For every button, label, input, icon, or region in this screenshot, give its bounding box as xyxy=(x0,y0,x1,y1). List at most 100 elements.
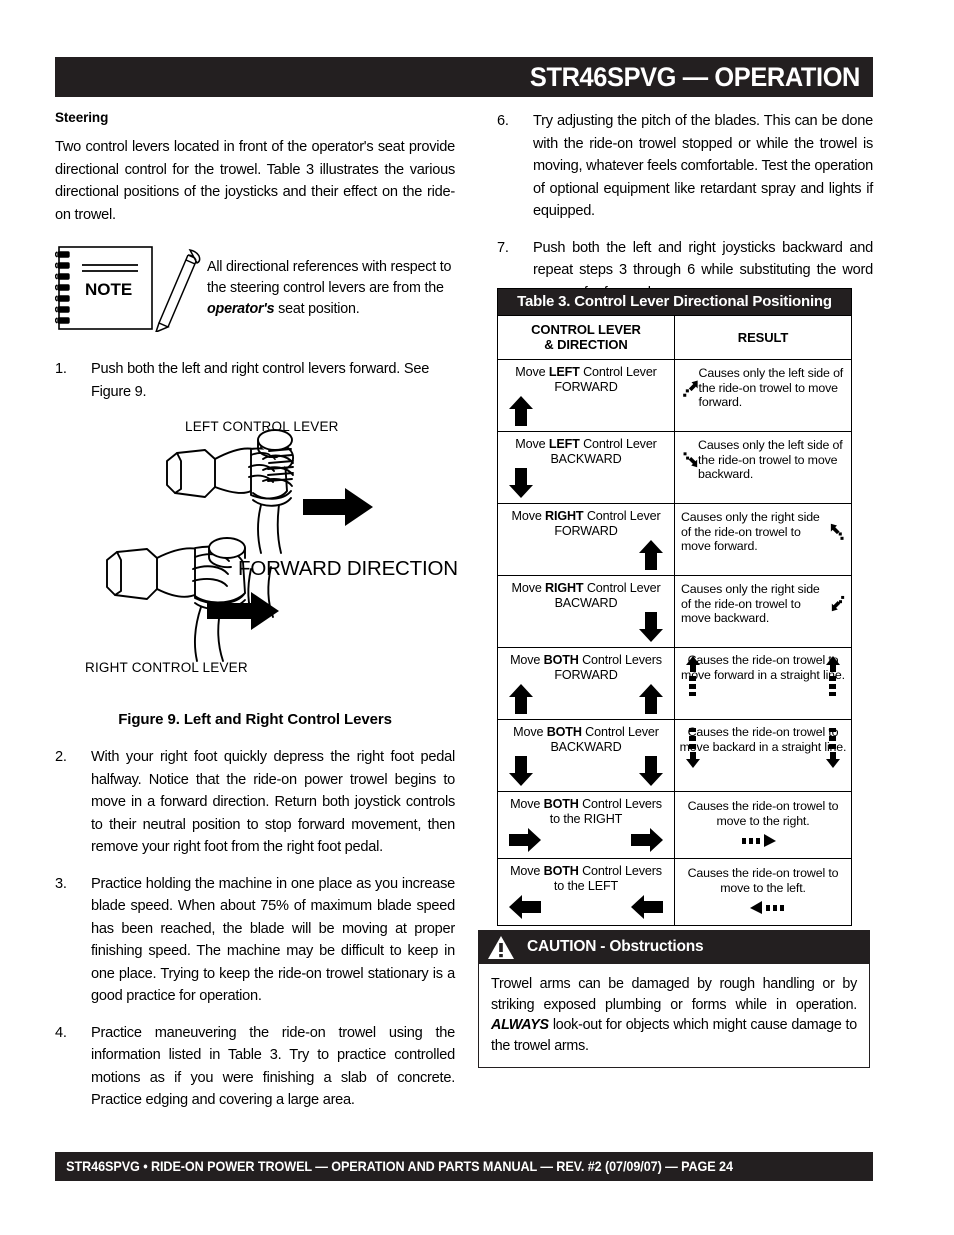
caution-text-part1: Trowel arms can be damaged by rough hand… xyxy=(491,976,857,1013)
cell-lever-direction: Move BOTH Control Levers to the RIGHT xyxy=(498,790,675,859)
lever-instruction: Move RIGHT Control Lever BACWARD xyxy=(498,576,674,610)
lever-text-pre: Move xyxy=(510,653,544,667)
lever-text-pre: Move xyxy=(510,797,544,811)
arrow-down-right-dotted-icon xyxy=(683,452,698,468)
cell-result: Causes only the left side of the ride-on… xyxy=(674,431,851,504)
column-header-line1: CONTROL LEVER xyxy=(531,322,641,337)
result-content: Causes only the left side of the ride-on… xyxy=(675,360,851,417)
lever-instruction: Move BOTH Control Levers to the RIGHT xyxy=(498,792,674,826)
lever-direction-word: FORWARD xyxy=(554,379,618,394)
list-item-step-6: 6. Try adjusting the pitch of the blades… xyxy=(497,110,873,223)
table-row: Move BOTH Control Levers to the RIGHT Ca… xyxy=(498,790,851,859)
lever-instruction: Move BOTH Control Levers to the LEFT xyxy=(498,859,674,893)
arrow-right-upper xyxy=(303,488,373,526)
lever-text-post: Control Lever xyxy=(581,725,659,739)
figure-label-right-control-lever: RIGHT CONTROL LEVER xyxy=(85,660,248,675)
left-column: Steering Two control levers located in f… xyxy=(55,110,458,1126)
note-text-after: seat position. xyxy=(274,301,360,317)
page-header: STR46SPVG — OPERATION xyxy=(55,57,873,97)
step-number: 6. xyxy=(497,113,509,129)
warning-triangle-icon xyxy=(488,935,514,959)
column-header-result: RESULT xyxy=(674,315,851,360)
section-heading-steering: Steering xyxy=(55,110,109,125)
lever-arrow-group xyxy=(498,466,674,503)
result-icon-wrap xyxy=(679,900,847,920)
cell-result: Causes the ride-on trowel to move to the… xyxy=(674,790,851,859)
lever-direction-word: BACWARD xyxy=(554,595,618,610)
arrow-up-icon xyxy=(639,540,663,570)
cell-lever-direction: Move BOTH Control Lever BACKWARD xyxy=(498,719,675,792)
step-text: Practice holding the machine in one plac… xyxy=(91,875,455,1005)
lever-instruction: Move LEFT Control Lever FORWARD xyxy=(498,360,674,394)
lever-arrow-group xyxy=(498,394,674,431)
result-description: Causes the ride-on trowel to move backar… xyxy=(679,725,847,754)
caution-header: CAUTION - Obstructions xyxy=(479,931,869,964)
result-description: Causes the ride-on trowel to move to the… xyxy=(687,866,839,895)
column-header-control-lever: CONTROL LEVER & DIRECTION xyxy=(498,315,675,360)
lever-text-bold: BOTH xyxy=(543,864,579,879)
lever-instruction: Move BOTH Control Lever BACKWARD xyxy=(498,720,674,754)
arrow-right-icon xyxy=(509,828,541,852)
step-number: 3. xyxy=(55,875,67,892)
lever-direction-word: BACKWARD xyxy=(550,739,622,754)
lever-text-bold: LEFT xyxy=(548,365,580,379)
lever-text-post: Control Lever xyxy=(583,509,661,523)
table-row: Move RIGHT Control Lever BACWARD Causes … xyxy=(498,575,851,648)
column-header-line1: RESULT xyxy=(737,329,789,345)
step-text: With your right foot quickly depress the… xyxy=(91,749,455,855)
step-number: 1. xyxy=(55,361,67,377)
note-icon: NOTE xyxy=(55,244,207,332)
table-row: Move LEFT Control Lever BACKWARD Causes … xyxy=(498,431,851,504)
page-footer: STR46SPVG • RIDE-ON POWER TROWEL — OPERA… xyxy=(55,1152,873,1181)
step-text: Push both the left and right control lev… xyxy=(91,361,430,400)
note-text-emphasis: operator's xyxy=(207,301,275,317)
lever-text-post: Control Lever xyxy=(579,365,657,379)
lever-text-bold: BOTH xyxy=(543,653,579,667)
arrow-left-dotted-icon xyxy=(750,901,784,915)
result-content: Causes only the left side of the ride-on… xyxy=(675,432,851,489)
result-description: Causes the ride-on trowel to move to the… xyxy=(687,799,839,828)
lever-text-bold: LEFT xyxy=(548,437,580,451)
lever-arrow-group xyxy=(498,826,674,857)
figure-label-left-control-lever: LEFT CONTROL LEVER xyxy=(185,419,339,434)
result-description: Causes only the right side of the ride-o… xyxy=(681,510,820,554)
table-row: Move LEFT Control Lever FORWARD Causes o… xyxy=(498,359,851,432)
result-content: Causes the ride-on trowel to move to the… xyxy=(675,792,851,858)
arrow-up-dotted-icon xyxy=(686,656,700,697)
step-number: 2. xyxy=(55,749,67,765)
cell-lever-direction: Move RIGHT Control Lever FORWARD xyxy=(498,503,675,576)
lever-text-post: Control Lever xyxy=(579,437,657,451)
arrow-up-right-dotted-icon xyxy=(683,380,698,397)
arrow-down-dotted-icon xyxy=(826,728,840,769)
lever-instruction: Move BOTH Control Levers FORWARD xyxy=(498,648,674,682)
arrow-down-icon xyxy=(509,468,533,498)
result-content: Causes only the right side of the ride-o… xyxy=(675,504,851,561)
lever-instruction: Move RIGHT Control Lever FORWARD xyxy=(498,504,674,538)
figure-label-forward-direction: FORWARD DIRECTION xyxy=(238,557,458,580)
table-row: Move BOTH Control Levers FORWARD Causes … xyxy=(498,647,851,720)
right-column: 6. Try adjusting the pitch of the blades… xyxy=(497,110,873,318)
table-3-control-lever-positioning: Table 3. Control Lever Directional Posit… xyxy=(497,288,852,927)
footer-text: STR46SPVG • RIDE-ON POWER TROWEL — OPERA… xyxy=(66,1159,733,1174)
lever-text-post: Control Levers xyxy=(578,797,662,811)
cell-result: Causes only the right side of the ride-o… xyxy=(674,575,851,648)
cell-result: Causes the ride-on trowel to move backar… xyxy=(674,719,851,792)
result-content: Causes only the right side of the ride-o… xyxy=(675,576,851,633)
lever-direction-word: to the RIGHT xyxy=(549,811,623,826)
arrow-up-icon xyxy=(509,396,533,426)
figure-9-illustration: LEFT CONTROL LEVER RIGHT CONTROL LEVER F… xyxy=(55,417,458,707)
lever-arrow-group xyxy=(498,610,674,647)
arrow-down-icon xyxy=(639,612,663,642)
lever-text-pre: Move xyxy=(511,581,546,595)
result-content: Causes the ride-on trowel to move to the… xyxy=(675,859,851,925)
lever-arrow-group xyxy=(498,754,674,791)
result-description: Causes the ride-on trowel to move forwar… xyxy=(681,653,845,682)
list-item-step-4: 4. Practice maneuvering the ride-on trow… xyxy=(55,1022,455,1112)
caution-box-obstructions: CAUTION - Obstructions Trowel arms can b… xyxy=(478,930,870,1068)
table-row: Move RIGHT Control Lever FORWARD Causes … xyxy=(498,503,851,576)
lever-arrow-group xyxy=(498,682,674,719)
result-description: Causes only the right side of the ride-o… xyxy=(681,582,820,626)
lever-text-pre: Move xyxy=(511,509,546,523)
result-icon-wrap xyxy=(679,833,847,853)
lever-arrow-group xyxy=(498,893,674,924)
